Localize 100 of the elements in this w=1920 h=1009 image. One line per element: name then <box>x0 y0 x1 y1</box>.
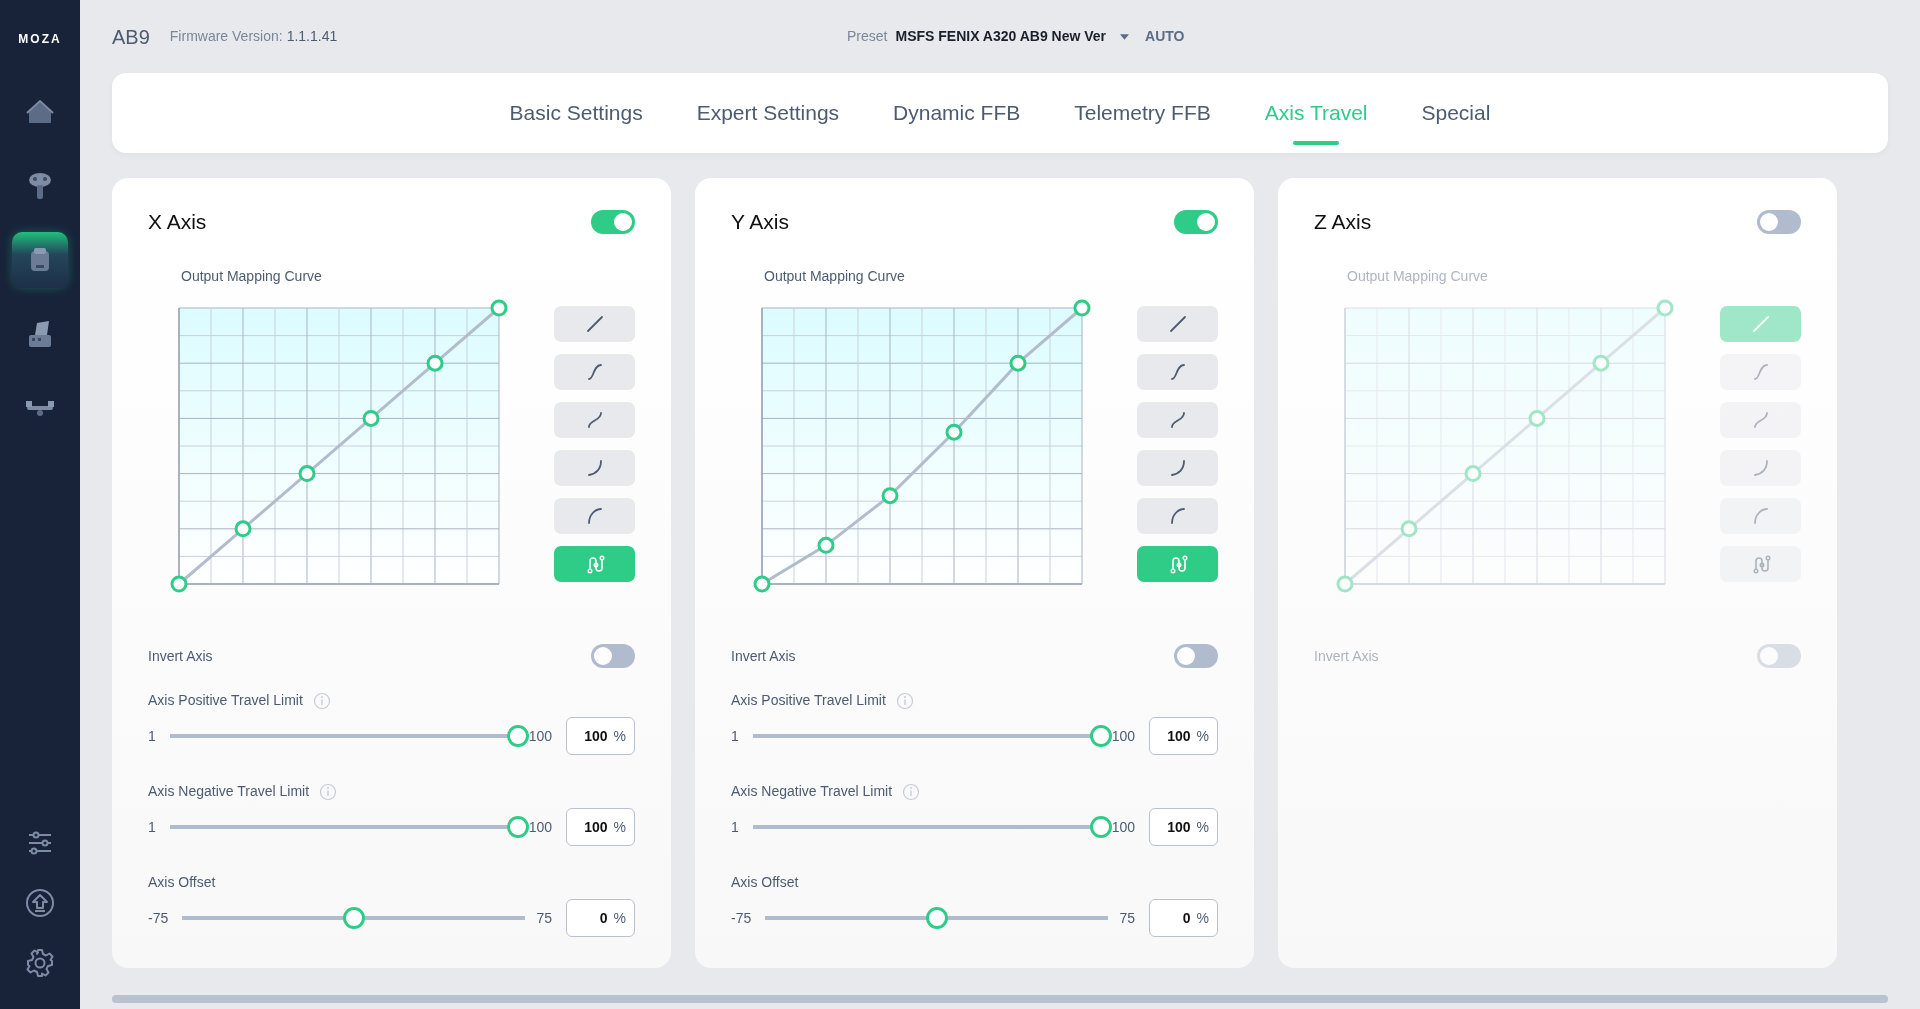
range-min: -75 <box>731 908 752 928</box>
curve-handle[interactable] <box>362 409 380 427</box>
toggle-switch[interactable] <box>1757 210 1801 234</box>
curve-handle[interactable] <box>753 575 771 593</box>
tab[interactable]: Basic Settings <box>487 73 665 153</box>
firmware-label: Firmware Version: <box>169 27 283 46</box>
unit-label: % <box>1196 908 1209 928</box>
percent-field[interactable]: 100 % <box>1149 808 1218 846</box>
curve-preset-button[interactable] <box>1137 546 1218 582</box>
curve-handle[interactable] <box>945 423 963 441</box>
slider-label: Axis Offset <box>148 873 216 892</box>
curve-handle[interactable] <box>234 520 252 538</box>
range-max: 100 <box>1111 726 1135 746</box>
curve-preset-button[interactable] <box>1720 306 1801 342</box>
range-min: 1 <box>148 817 156 837</box>
slider-thumb[interactable] <box>1089 725 1112 747</box>
axis-title: Z Axis <box>1314 209 1372 236</box>
toggle-switch[interactable] <box>591 644 635 668</box>
range-max: 100 <box>528 726 552 746</box>
upload-icon <box>23 886 57 920</box>
unit-label: % <box>613 726 626 746</box>
horizontal-scrollbar[interactable] <box>112 995 1888 1003</box>
curve-preset-button[interactable] <box>1137 498 1218 534</box>
toggle-switch[interactable] <box>1174 210 1218 234</box>
toggle-switch[interactable] <box>591 210 635 234</box>
range-max: 100 <box>1111 817 1135 837</box>
sidebar-item[interactable] <box>12 232 68 288</box>
invert-label: Invert Axis <box>148 646 213 666</box>
slider-thumb[interactable] <box>506 725 529 747</box>
unit-label: % <box>1196 726 1209 746</box>
percent-field[interactable]: 100 % <box>566 717 635 755</box>
curve-title: Output Mapping Curve <box>1347 267 1489 286</box>
curve-handle[interactable] <box>490 299 508 317</box>
curve-preset-button[interactable] <box>1720 450 1801 486</box>
tab[interactable]: Dynamic FFB <box>871 73 1043 153</box>
range-max: 75 <box>536 908 552 928</box>
curve-handle[interactable] <box>881 487 899 505</box>
range-min: -75 <box>148 908 169 928</box>
curve-handle[interactable] <box>1009 354 1027 372</box>
logo: MOZA <box>18 31 62 48</box>
curve-preset-button[interactable] <box>1137 450 1218 486</box>
curve-preset-button[interactable] <box>554 450 635 486</box>
curve-handle[interactable] <box>426 354 444 372</box>
preset-dropdown[interactable]: MSFS FENIX A320 AB9 New Ver <box>895 26 1130 47</box>
curve-preset-button[interactable] <box>1720 498 1801 534</box>
value-input[interactable]: 100 <box>573 816 608 838</box>
value-input[interactable]: 0 <box>1156 907 1191 929</box>
slider-thumb[interactable] <box>342 907 365 929</box>
curve-preset-button[interactable] <box>554 354 635 390</box>
range-max: 100 <box>528 817 552 837</box>
slider-label: Axis Offset <box>731 873 799 892</box>
curve-handle[interactable] <box>817 536 835 554</box>
range-min: 1 <box>731 726 739 746</box>
slider-thumb[interactable] <box>925 907 948 929</box>
mode-label: AUTO <box>1145 27 1185 46</box>
tab[interactable]: Special <box>1399 73 1513 153</box>
toggle-switch[interactable] <box>1174 644 1218 668</box>
tab[interactable]: Telemetry FFB <box>1052 73 1233 153</box>
percent-field[interactable]: 100 % <box>566 808 635 846</box>
curve-title: Output Mapping Curve <box>764 267 906 286</box>
range-min: 1 <box>148 726 156 746</box>
curve-preset-button[interactable] <box>1137 306 1218 342</box>
firmware-version: 1.1.1.41 <box>286 27 338 46</box>
device-name: AB9 <box>112 24 150 50</box>
curve-preset-button[interactable] <box>554 402 635 438</box>
slider-label: Axis Negative Travel Limit <box>148 782 310 801</box>
range-min: 1 <box>731 817 739 837</box>
curve-preset-button[interactable] <box>554 546 635 582</box>
invert-label: Invert Axis <box>731 646 796 666</box>
axis-title: Y Axis <box>731 209 789 236</box>
range-max: 75 <box>1119 908 1135 928</box>
curve-preset-button[interactable] <box>554 498 635 534</box>
unit-label: % <box>613 908 626 928</box>
slider-label: Axis Negative Travel Limit <box>731 782 893 801</box>
curve-preset-button[interactable] <box>1720 354 1801 390</box>
value-input[interactable]: 100 <box>573 725 608 747</box>
curve-handle[interactable] <box>1073 299 1091 317</box>
curve-preset-button[interactable] <box>1137 402 1218 438</box>
curve-preset-button[interactable] <box>1720 546 1801 582</box>
value-input[interactable]: 100 <box>1156 725 1191 747</box>
value-input[interactable]: 0 <box>573 907 608 929</box>
slider-thumb[interactable] <box>1089 816 1112 838</box>
unit-label: % <box>613 817 626 837</box>
value-input[interactable]: 100 <box>1156 816 1191 838</box>
axis-title: X Axis <box>148 209 207 236</box>
percent-field[interactable]: 0 % <box>1149 899 1218 937</box>
curve-title: Output Mapping Curve <box>181 267 323 286</box>
unit-label: % <box>1196 817 1209 837</box>
percent-field[interactable]: 100 % <box>1149 717 1218 755</box>
toggle-switch[interactable] <box>1757 644 1801 668</box>
percent-field[interactable]: 0 % <box>566 899 635 937</box>
slider-label: Axis Positive Travel Limit <box>731 691 886 710</box>
preset-label: Preset <box>847 27 888 46</box>
curve-handle[interactable] <box>298 465 316 483</box>
slider-thumb[interactable] <box>506 816 529 838</box>
tab[interactable]: Expert Settings <box>674 73 862 153</box>
curve-preset-button[interactable] <box>1720 402 1801 438</box>
curve-preset-button[interactable] <box>1137 354 1218 390</box>
curve-handle[interactable] <box>170 575 188 593</box>
curve-preset-button[interactable] <box>554 306 635 342</box>
